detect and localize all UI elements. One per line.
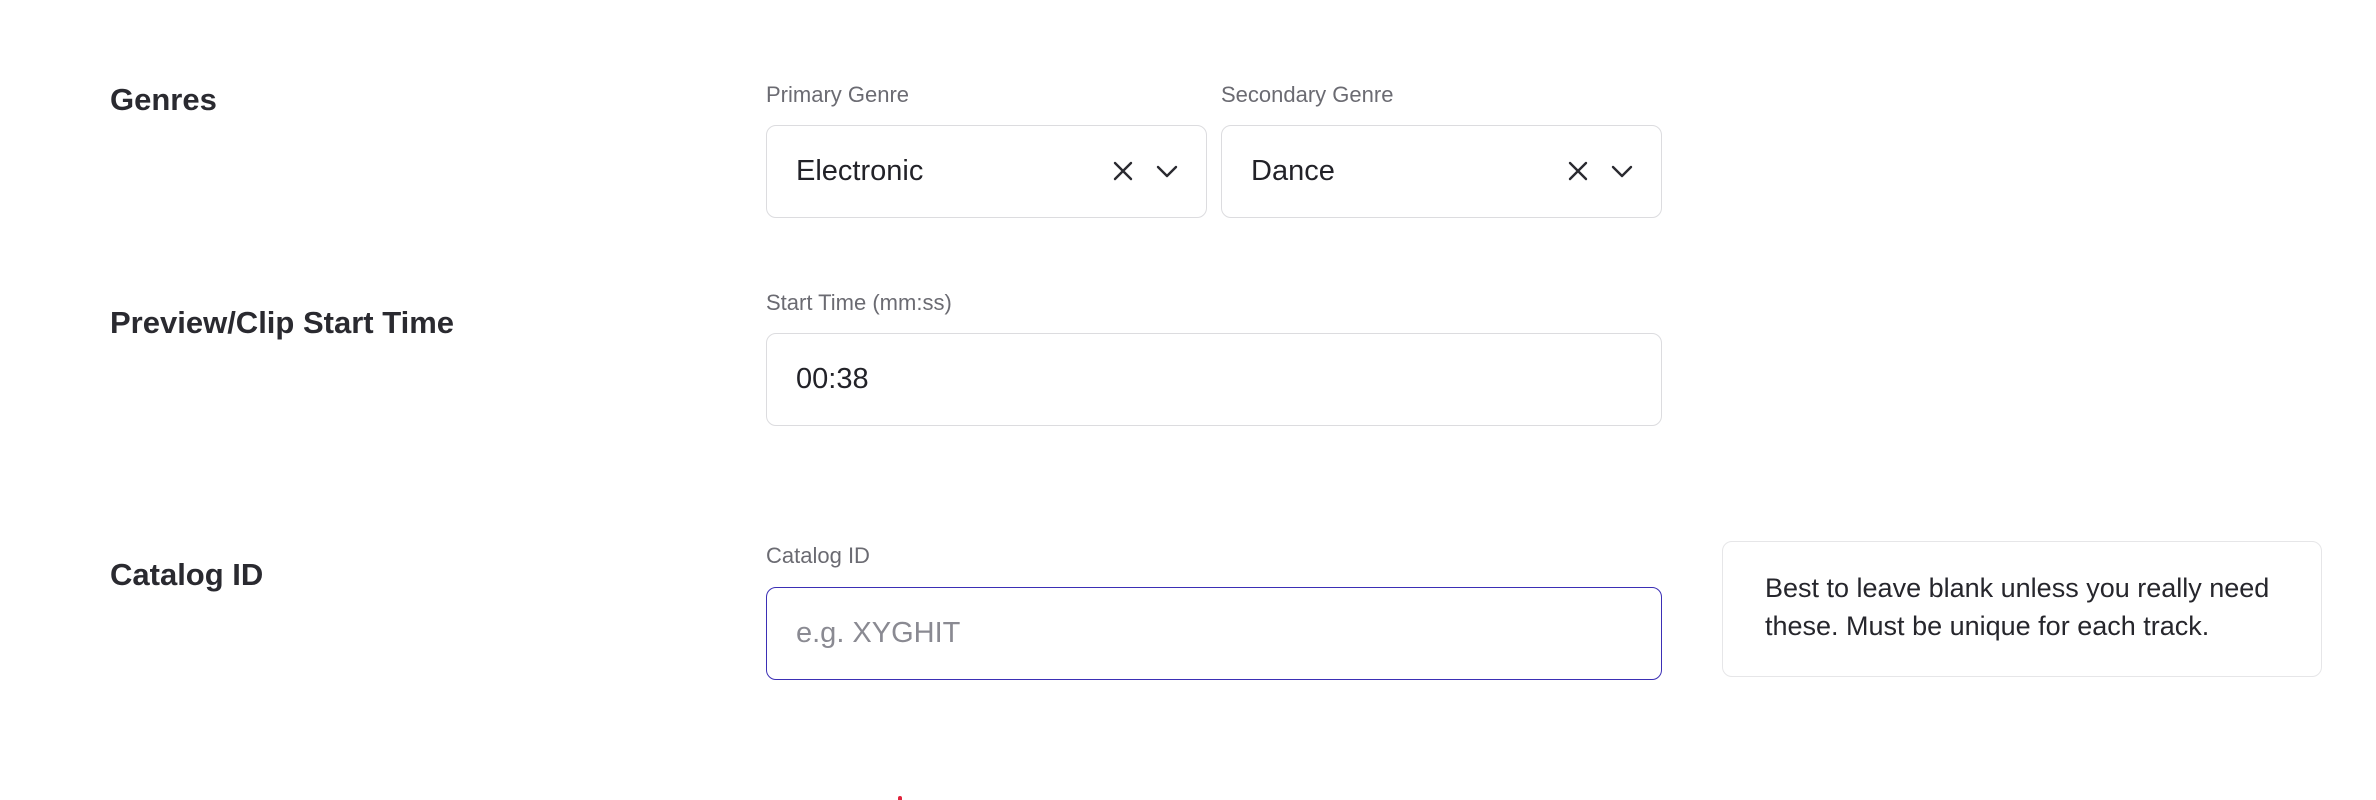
close-icon: [1113, 161, 1133, 181]
required-indicator: [898, 796, 902, 800]
secondary-genre-select[interactable]: Dance: [1221, 125, 1662, 218]
catalog-id-field[interactable]: [766, 587, 1662, 680]
start-time-input[interactable]: [767, 334, 1661, 425]
preview-section-title: Preview/Clip Start Time: [110, 305, 454, 340]
catalog-id-hint: Best to leave blank unless you really ne…: [1722, 541, 2322, 677]
secondary-genre-dropdown-icon[interactable]: [1609, 158, 1635, 184]
catalog-id-label: Catalog ID: [766, 543, 870, 568]
secondary-genre-label: Secondary Genre: [1221, 82, 1394, 107]
close-icon: [1568, 161, 1588, 181]
primary-genre-select[interactable]: Electronic: [766, 125, 1207, 218]
chevron-down-icon: [1156, 165, 1178, 178]
catalog-id-input[interactable]: [767, 588, 1661, 679]
secondary-genre-value: Dance: [1251, 155, 1335, 187]
genres-section-title: Genres: [110, 82, 217, 117]
start-time-field[interactable]: [766, 333, 1662, 426]
clear-primary-genre-icon[interactable]: [1110, 158, 1136, 184]
primary-genre-value: Electronic: [796, 155, 924, 187]
primary-genre-dropdown-icon[interactable]: [1154, 158, 1180, 184]
catalog-section-title: Catalog ID: [110, 557, 264, 592]
primary-genre-label: Primary Genre: [766, 82, 910, 107]
chevron-down-icon: [1611, 165, 1633, 178]
clear-secondary-genre-icon[interactable]: [1565, 158, 1591, 184]
start-time-label: Start Time (mm:ss): [766, 290, 952, 315]
